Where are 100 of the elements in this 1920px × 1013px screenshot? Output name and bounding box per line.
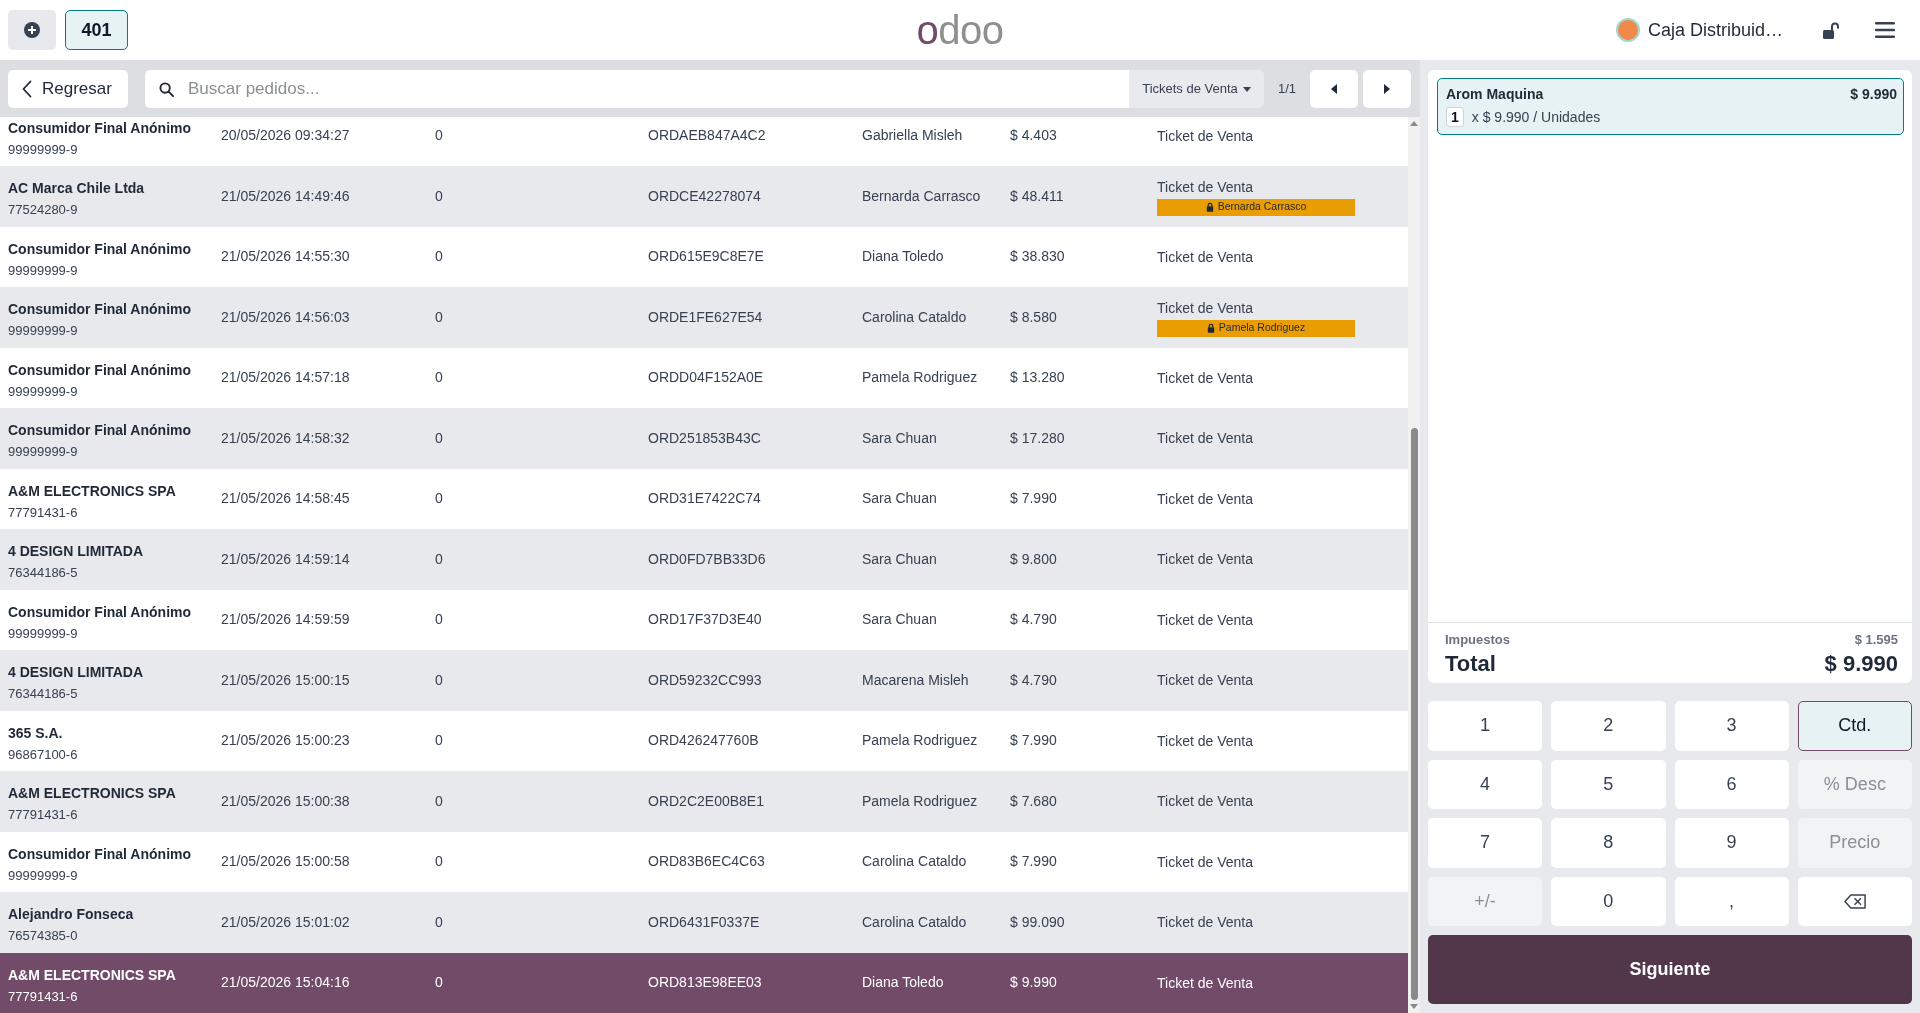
customer-tax-id: 77791431-6: [8, 806, 79, 824]
customer-name: 365 S.A.: [8, 723, 64, 743]
menu-icon[interactable]: [1875, 22, 1895, 38]
employee-name: Carolina Cataldo: [862, 913, 967, 930]
customer-tax-id: 96867100-6: [8, 745, 79, 764]
numpad-key[interactable]: 1: [1428, 701, 1543, 751]
add-order-button[interactable]: [8, 10, 56, 50]
employee-name: Pamela Rodriguez: [862, 369, 978, 386]
order-total: $ 17.280: [1010, 429, 1065, 446]
table-cell: 0: [435, 127, 443, 144]
table-cell: 0: [435, 248, 443, 265]
search-icon: [159, 81, 174, 97]
numpad-key[interactable]: 6: [1674, 759, 1789, 809]
numpad-key[interactable]: 8: [1551, 818, 1666, 868]
table-cell: 0: [435, 490, 443, 507]
scrollbar[interactable]: [1408, 117, 1420, 1013]
order-row[interactable]: 4 DESIGN LIMITADA 76344186-5 21/05/2026 15:00:15 0 ORD59232CC993 Macarena Misleh $ 4.790 Ticket de Venta: [0, 650, 1408, 711]
table-cell: 0: [435, 550, 443, 567]
order-reference: ORD59232CC993: [648, 671, 762, 688]
order-date: 21/05/2026 14:59:14: [221, 550, 350, 567]
total-amount: $ 9.990: [1824, 650, 1898, 678]
numpad-key[interactable]: 9: [1674, 818, 1789, 868]
order-tab[interactable]: 401: [65, 10, 128, 50]
order-date: 21/05/2026 15:00:38: [221, 792, 350, 809]
table-cell: 0: [435, 792, 443, 809]
lock-icon: [1206, 323, 1215, 334]
logo: odoo: [916, 10, 1004, 50]
customer-tax-id: 99999999-9: [8, 866, 79, 885]
order-reference: ORDAEB847A4C2: [648, 127, 766, 144]
employee-name: Macarena Misleh: [862, 671, 969, 688]
order-row[interactable]: 4 DESIGN LIMITADA 76344186-5 21/05/2026 14:59:14 0 ORD0FD7BB33D6 Sara Chuan $ 9.800 Ticket de Venta: [0, 529, 1408, 590]
table-cell: 0: [435, 429, 443, 446]
order-date: 21/05/2026 14:49:46: [221, 187, 350, 204]
order-date: 21/05/2026 14:59:59: [221, 611, 350, 628]
order-date: 21/05/2026 14:58:45: [221, 490, 350, 507]
table-cell: 0: [435, 671, 443, 688]
customer-tax-id: 76574385-0: [8, 927, 79, 945]
cashier-name[interactable]: Caja Distribuid…: [1647, 16, 1783, 44]
order-reference: ORD31E7422C74: [648, 490, 761, 507]
order-row[interactable]: Consumidor Final Anónimo 99999999-9 21/05/2026 14:58:32 0 ORD251853B43C Sara Chuan $ 17.280 Ticket de Venta: [0, 408, 1408, 469]
caret-down-icon: [1242, 86, 1251, 92]
taxes-label: Impuestos: [1445, 631, 1510, 649]
order-type: Ticket de Venta: [1157, 913, 1253, 933]
mode-key[interactable]: Ctd.: [1797, 701, 1912, 751]
order-type: Ticket de Venta: [1157, 671, 1253, 691]
order-row[interactable]: A&M ELECTRONICS SPA 77791431-6 21/05/2026 15:04:16 0 ORD813E98EE03 Diana Toledo $ 9.990 Ticket de Venta: [0, 952, 1408, 1013]
customer-name: Consumidor Final Anónimo: [8, 844, 193, 864]
numpad-key[interactable]: 3: [1674, 701, 1789, 751]
order-total: $ 7.990: [1010, 490, 1057, 507]
order-date: 21/05/2026 15:04:16: [221, 974, 350, 991]
order-reference: ORD426247760B: [648, 732, 759, 749]
order-total: $ 7.990: [1010, 732, 1057, 749]
back-button[interactable]: Regresar: [8, 70, 128, 108]
order-reference: ORD6431F0337E: [648, 913, 760, 930]
order-type: Ticket de Venta: [1157, 429, 1253, 449]
numpad-key[interactable]: 2: [1551, 701, 1666, 751]
filter-dropdown[interactable]: Tickets de Venta: [1129, 70, 1264, 108]
order-row[interactable]: Consumidor Final Anónimo 99999999-9 21/05/2026 14:56:03 0 ORDE1FE627E54 Carolina Cataldo $ 8.580 Ticket de Venta Pamela Rodriguez: [0, 287, 1408, 348]
numpad-key[interactable]: ,: [1674, 876, 1789, 926]
table-cell: 0: [435, 369, 443, 386]
employee-name: Sara Chuan: [862, 490, 937, 507]
order-total: $ 48.411: [1010, 187, 1064, 204]
employee-name: Sara Chuan: [862, 429, 937, 446]
order-reference: ORD83B6EC4C63: [648, 853, 765, 870]
order-date: 21/05/2026 15:00:23: [221, 732, 350, 749]
order-type: Ticket de Venta: [1157, 731, 1253, 751]
customer-tax-id: 77791431-6: [8, 987, 79, 1006]
employee-name: Sara Chuan: [862, 550, 937, 567]
employee-name: Gabriella Misleh: [862, 127, 963, 144]
chevron-left-icon: [22, 80, 32, 98]
customer-tax-id: 99999999-9: [8, 382, 79, 401]
order-type: Ticket de Venta: [1157, 550, 1253, 570]
employee-name: Pamela Rodriguez: [862, 792, 978, 809]
order-reference: ORD813E98EE03: [648, 974, 762, 991]
next-button[interactable]: Siguiente: [1428, 935, 1912, 1004]
customer-name: Consumidor Final Anónimo: [8, 360, 193, 380]
order-reference: ORDCE42278074: [648, 187, 761, 204]
customer-name: A&M ELECTRONICS SPA: [8, 965, 177, 985]
order-reference: ORD17F37D3E40: [648, 611, 762, 628]
numpad-key[interactable]: 4: [1428, 759, 1543, 809]
locked-by-name: Bernarda Carrasco: [1217, 199, 1307, 215]
order-row[interactable]: AC Marca Chile Ltda 77524280-9 21/05/2026 14:49:46 0 ORDCE42278074 Bernarda Carrasco $ 48.411 Ticket de Venta Bernarda Carrasco: [0, 166, 1408, 227]
employee-name: Carolina Cataldo: [862, 853, 967, 870]
employee-name: Carolina Cataldo: [862, 308, 967, 325]
numpad-key[interactable]: 0: [1551, 876, 1666, 926]
order-type: Ticket de Venta: [1157, 792, 1253, 812]
order-reference: ORD2C2E00B8E1: [648, 792, 764, 809]
customer-name: A&M ELECTRONICS SPA: [8, 481, 177, 501]
unlocked-padlock-icon[interactable]: [1823, 21, 1839, 39]
numpad-key[interactable]: 5: [1551, 759, 1666, 809]
numpad-key[interactable]: 7: [1428, 818, 1543, 868]
order-date: 21/05/2026 14:56:03: [221, 308, 350, 325]
order-type: Ticket de Venta: [1157, 852, 1253, 872]
quantity-value: 1: [1446, 107, 1464, 127]
order-reference: ORD251853B43C: [648, 429, 761, 446]
order-row[interactable]: A&M ELECTRONICS SPA 77791431-6 21/05/2026 15:00:38 0 ORD2C2E00B8E1 Pamela Rodriguez $ 7.680 Ticket de Venta: [0, 771, 1408, 832]
order-date: 21/05/2026 15:01:02: [221, 913, 350, 930]
order-total: $ 7.680: [1010, 792, 1057, 809]
backspace-key[interactable]: [1797, 876, 1912, 926]
order-row[interactable]: Alejandro Fonseca 76574385-0 21/05/2026 15:01:02 0 ORD6431F0337E Carolina Cataldo $ 99.090 Ticket de Venta: [0, 892, 1408, 953]
